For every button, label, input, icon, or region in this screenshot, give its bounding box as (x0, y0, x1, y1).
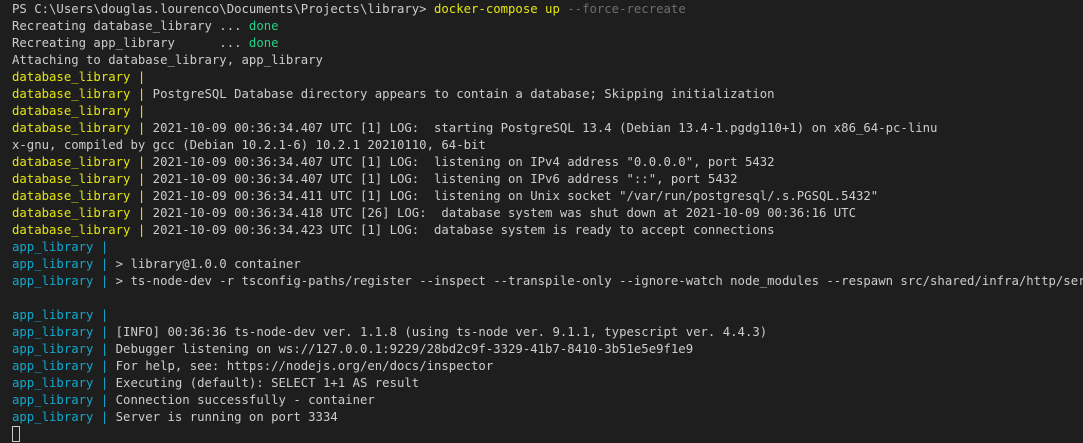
log-message: Debugger listening on ws://127.0.0.1:922… (115, 342, 694, 356)
service-prefix: app_library | (12, 308, 116, 322)
log-line: app_library | (12, 307, 1083, 324)
log-line: database_library | 2021-10-09 00:36:34.4… (12, 171, 1083, 188)
service-prefix: database_library | (12, 155, 153, 169)
output-line: Recreating app_library ... done (12, 35, 1083, 52)
service-prefix: database_library | (12, 206, 153, 220)
prompt-command: docker-compose up (434, 2, 560, 16)
log-message: Connection successfully - container (115, 393, 375, 407)
log-message: PostgreSQL Database directory appears to… (152, 87, 775, 101)
log-line: app_library | (12, 239, 1083, 256)
output-line: Attaching to database_library, app_libra… (12, 52, 1083, 69)
log-message: [INFO] 00:36:36 ts-node-dev ver. 1.1.8 (… (115, 325, 768, 339)
service-prefix: app_library | (12, 274, 116, 288)
service-prefix: database_library | (12, 223, 153, 237)
attaching-text: Attaching to database_library, app_libra… (12, 53, 323, 67)
recreate-status: done (248, 36, 279, 50)
service-prefix: database_library | (12, 172, 153, 186)
log-line-wrap: x-gnu, compiled by gcc (Debian 10.2.1-6)… (12, 137, 1083, 154)
log-line: app_library | > library@1.0.0 container (12, 256, 1083, 273)
log-message: 2021-10-09 00:36:34.418 UTC [26] LOG: da… (152, 206, 856, 220)
recreate-text: Recreating app_library ... (12, 36, 249, 50)
prompt-path: PS C:\Users\douglas.lourenco\Documents\P… (12, 2, 434, 16)
log-line: app_library | Debugger listening on ws:/… (12, 341, 1083, 358)
service-prefix: app_library | (12, 393, 116, 407)
recreate-text: Recreating database_library ... (12, 19, 249, 33)
log-line: database_library | 2021-10-09 00:36:34.4… (12, 120, 1083, 137)
cursor-line[interactable] (12, 425, 1083, 443)
log-message: x-gnu, compiled by gcc (Debian 10.2.1-6)… (12, 138, 486, 152)
prompt-line: PS C:\Users\douglas.lourenco\Documents\P… (12, 1, 1083, 18)
log-line: app_library | Executing (default): SELEC… (12, 375, 1083, 392)
service-prefix: app_library | (12, 240, 116, 254)
service-prefix: app_library | (12, 342, 116, 356)
cursor-icon (12, 425, 20, 442)
log-line: database_library | 2021-10-09 00:36:34.4… (12, 205, 1083, 222)
service-prefix: app_library | (12, 410, 116, 424)
service-prefix: app_library | (12, 257, 116, 271)
service-prefix: database_library | (12, 189, 153, 203)
service-prefix: app_library | (12, 376, 116, 390)
service-prefix: database_library | (12, 121, 153, 135)
log-message: 2021-10-09 00:36:34.407 UTC [1] LOG: lis… (152, 155, 775, 169)
output-line: Recreating database_library ... done (12, 18, 1083, 35)
log-message: Server is running on port 3334 (115, 410, 338, 424)
log-line: app_library | Connection successfully - … (12, 392, 1083, 409)
log-message: For help, see: https://nodejs.org/en/doc… (115, 359, 494, 373)
service-prefix: database_library | (12, 70, 153, 84)
log-message: 2021-10-09 00:36:34.407 UTC [1] LOG: sta… (152, 121, 938, 135)
log-line: app_library | For help, see: https://nod… (12, 358, 1083, 375)
service-prefix: app_library | (12, 359, 116, 373)
log-line: database_library | (12, 69, 1083, 86)
log-line: database_library | (12, 103, 1083, 120)
log-line: database_library | 2021-10-09 00:36:34.4… (12, 188, 1083, 205)
log-line: database_library | 2021-10-09 00:36:34.4… (12, 154, 1083, 171)
log-message: 2021-10-09 00:36:34.411 UTC [1] LOG: lis… (152, 189, 879, 203)
log-line: app_library | > ts-node-dev -r tsconfig-… (12, 273, 1083, 290)
service-prefix: database_library | (12, 87, 153, 101)
log-message: Executing (default): SELECT 1+1 AS resul… (115, 376, 420, 390)
log-message: > library@1.0.0 container (115, 257, 301, 271)
log-message: > ts-node-dev -r tsconfig-paths/register… (115, 274, 1083, 288)
service-prefix: app_library | (12, 325, 116, 339)
log-line: app_library | Server is running on port … (12, 409, 1083, 426)
log-line: database_library | PostgreSQL Database d… (12, 86, 1083, 103)
service-prefix: database_library | (12, 104, 153, 118)
recreate-status: done (248, 19, 279, 33)
log-message: 2021-10-09 00:36:34.423 UTC [1] LOG: dat… (152, 223, 775, 237)
log-line: database_library | 2021-10-09 00:36:34.4… (12, 222, 1083, 239)
terminal-window[interactable]: PS C:\Users\douglas.lourenco\Documents\P… (0, 0, 1083, 443)
log-message: 2021-10-09 00:36:34.407 UTC [1] LOG: lis… (152, 172, 738, 186)
log-line: app_library | [INFO] 00:36:36 ts-node-de… (12, 324, 1083, 341)
prompt-flag: --force-recreate (559, 2, 686, 16)
